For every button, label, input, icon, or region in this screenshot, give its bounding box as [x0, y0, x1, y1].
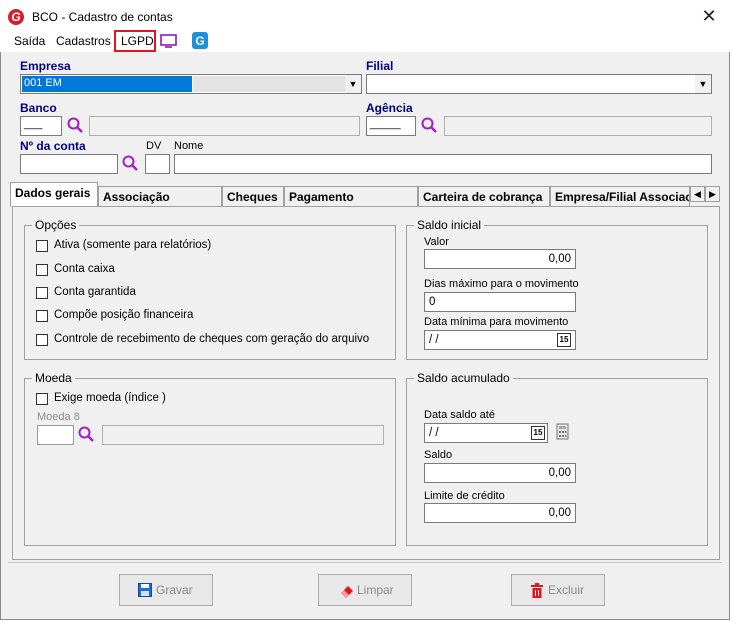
valor-label: Valor [424, 236, 449, 248]
moeda-title: Moeda [32, 371, 75, 385]
conta-garantida-checkbox[interactable] [36, 287, 48, 299]
svg-text:G: G [195, 34, 204, 48]
agencia-input[interactable]: _____ [366, 116, 416, 136]
menu-cadastros[interactable]: Cadastros [56, 34, 111, 48]
data-saldo-label: Data saldo até [424, 409, 495, 421]
moeda-label: Moeda 8 [37, 411, 80, 423]
calculator-icon[interactable] [556, 423, 570, 441]
search-icon[interactable] [77, 425, 95, 443]
tab-pagamento-eletronico[interactable]: Pagamento eletrônico [284, 186, 418, 224]
chevron-down-icon[interactable]: ▼ [345, 75, 361, 93]
empresa-label: Empresa [20, 59, 71, 73]
tab-empresa-filial[interactable]: Empresa/Filial Associac [550, 186, 690, 206]
agencia-value: _____ [370, 118, 401, 130]
dias-input[interactable]: 0 [424, 292, 576, 312]
monitor-icon[interactable] [160, 33, 178, 49]
moeda-input[interactable] [37, 425, 74, 445]
conta-garantida-label: Conta garantida [54, 286, 136, 298]
empresa-value: 001 EM [24, 77, 62, 89]
nome-input[interactable] [174, 154, 712, 174]
data-minima-input[interactable]: / / 15 [424, 330, 576, 350]
tab-scroll-right-icon[interactable]: ▶ [705, 186, 720, 202]
menu-saida[interactable]: Saída [14, 34, 45, 48]
dv-input[interactable] [145, 154, 170, 174]
saldo-acumulado-title: Saldo acumulado [414, 371, 513, 385]
limite-input[interactable]: 0,00 [424, 503, 576, 523]
conta-caixa-label: Conta caixa [54, 263, 115, 275]
data-saldo-value: / / [429, 427, 439, 439]
menu-lgpd[interactable]: LGPD [121, 34, 154, 48]
compoe-posicao-checkbox[interactable] [36, 310, 48, 322]
brand-g-icon[interactable]: G [192, 32, 208, 49]
controle-cheques-label: Controle de recebimento de cheques com g… [54, 333, 370, 345]
saldo-inicial-title: Saldo inicial [414, 218, 485, 232]
banco-value: ___ [24, 118, 43, 130]
data-minima-value: / / [429, 334, 439, 346]
limpar-button[interactable]: Limpar [318, 574, 412, 606]
valor-input[interactable]: 0,00 [424, 249, 576, 269]
dv-label: DV [146, 140, 162, 152]
tab-dados-gerais[interactable]: Dados gerais [10, 182, 98, 207]
calendar-icon[interactable]: 15 [531, 426, 545, 440]
calendar-icon[interactable]: 15 [557, 333, 571, 347]
limite-label: Limite de crédito [424, 490, 505, 502]
trash-icon [531, 583, 543, 598]
tab-associacao-contabil[interactable]: Associação contábil [98, 186, 222, 224]
data-minima-label: Data mínima para movimento [424, 316, 569, 328]
excluir-button[interactable]: Excluir [511, 574, 605, 606]
opcoes-title: Opções [32, 218, 80, 232]
conta-caixa-checkbox[interactable] [36, 264, 48, 276]
exige-moeda-checkbox[interactable] [36, 393, 48, 405]
tab-cheques[interactable]: Cheques [222, 186, 284, 206]
dias-label: Dias máximo para o movimento [424, 278, 579, 290]
empresa-desc [193, 76, 345, 92]
tab-carteira-cobranca[interactable]: Carteira de cobrança [418, 186, 550, 206]
close-button[interactable]: ✕ [694, 4, 724, 28]
filial-combo[interactable]: ▼ [366, 74, 712, 94]
empresa-combo[interactable]: 001 EM ▼ [20, 74, 362, 94]
saldo-input[interactable]: 0,00 [424, 463, 576, 483]
search-icon[interactable] [66, 116, 84, 134]
compoe-posicao-label: Compõe posição financeira [54, 309, 194, 321]
filial-label: Filial [366, 59, 394, 73]
chevron-down-icon[interactable]: ▼ [695, 75, 711, 93]
tab-scroll-left-icon[interactable]: ◀ [690, 186, 705, 202]
app-logo-icon: G [8, 9, 24, 25]
nconta-input[interactable] [20, 154, 118, 174]
data-saldo-input[interactable]: / / 15 [424, 423, 548, 443]
banco-desc [89, 116, 360, 136]
agencia-label: Agência [366, 101, 413, 115]
nconta-label: Nº da conta [20, 139, 86, 153]
agencia-desc [444, 116, 712, 136]
banco-input[interactable]: ___ [20, 116, 62, 136]
saldo-label: Saldo [424, 449, 453, 461]
controle-cheques-checkbox[interactable] [36, 334, 48, 346]
save-icon [138, 583, 152, 597]
eraser-icon [341, 586, 353, 598]
exige-moeda-label: Exige moeda (índice ) [54, 392, 166, 404]
window-title: BCO - Cadastro de contas [32, 10, 173, 24]
ativa-label: Ativa (somente para relatórios) [54, 239, 212, 251]
ativa-checkbox[interactable] [36, 240, 48, 252]
moeda-desc [102, 425, 384, 445]
nome-label: Nome [174, 140, 204, 152]
search-icon[interactable] [420, 116, 438, 134]
banco-label: Banco [20, 101, 57, 115]
gravar-label: Gravar [156, 583, 193, 597]
limpar-label: Limpar [357, 583, 394, 597]
excluir-label: Excluir [548, 583, 585, 597]
gravar-button[interactable]: Gravar [119, 574, 213, 606]
search-icon[interactable] [121, 154, 139, 172]
